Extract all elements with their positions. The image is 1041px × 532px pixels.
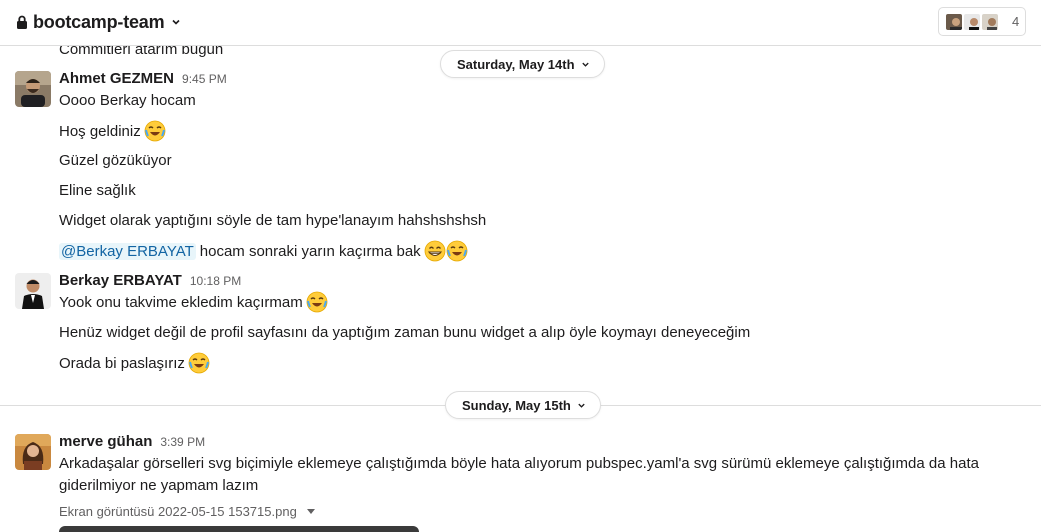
message-line: Henüz widget değil de profil sayfasını d…	[59, 324, 751, 341]
avatar[interactable]	[15, 71, 51, 107]
message-line: Widget olarak yaptığını söyle de tam hyp…	[59, 212, 487, 229]
file-attachment-toggle[interactable]: Ekran görüntüsü 2022-05-15 153715.png	[59, 504, 315, 519]
avatar[interactable]	[15, 273, 51, 309]
message-line: Commitleri atarım bugün	[59, 46, 224, 58]
message-header: Ahmet GEZMEN 9:45 PM	[59, 70, 227, 87]
message-line: Hoş geldiniz	[59, 120, 166, 142]
joy-emoji-icon	[446, 240, 468, 262]
member-avatar	[944, 11, 964, 32]
sender-name[interactable]: Ahmet GEZMEN	[59, 70, 174, 87]
message-line: Arkadaşalar görselleri svg biçimiyle ekl…	[59, 455, 979, 494]
chevron-down-icon	[172, 19, 180, 25]
joy-emoji-icon	[144, 120, 166, 142]
message-line: Oooo Berkay hocam	[59, 92, 196, 109]
grin-emoji-icon	[424, 240, 446, 262]
timestamp[interactable]: 9:45 PM	[182, 72, 227, 86]
message-line: Güzel gözüküyor	[59, 152, 172, 169]
message-text: Orada bi paslaşırız	[59, 354, 185, 372]
channel-name: bootcamp-team	[33, 11, 165, 32]
user-mention-link[interactable]: @Berkay ERBAYAT	[59, 242, 196, 260]
joy-emoji-icon	[188, 352, 210, 374]
image-attachment-preview[interactable]	[59, 526, 419, 532]
date-divider-button[interactable]: Sunday, May 15th	[445, 391, 601, 419]
message-line: Yook onu takvime ekledim kaçırmam	[59, 291, 328, 313]
file-name: Ekran görüntüsü 2022-05-15 153715.png	[59, 504, 297, 519]
chevron-down-icon	[581, 62, 589, 67]
date-label: Saturday, May 14th	[457, 56, 575, 72]
avatar[interactable]	[15, 434, 51, 470]
message-line: Orada bi paslaşırız	[59, 352, 210, 374]
date-label: Sunday, May 15th	[462, 397, 571, 413]
date-divider-button[interactable]: Saturday, May 14th	[440, 50, 605, 78]
timestamp[interactable]: 10:18 PM	[190, 274, 241, 288]
message-text: Hoş geldiniz	[59, 122, 141, 140]
joy-emoji-icon	[306, 291, 328, 313]
lock-icon	[17, 15, 27, 29]
message-text: hocam sonraki yarın kaçırma bak	[199, 242, 421, 260]
timestamp[interactable]: 3:39 PM	[160, 435, 205, 449]
channel-title-button[interactable]: bootcamp-team	[16, 10, 181, 34]
message-line: Eline sağlık	[59, 182, 136, 199]
sender-name[interactable]: merve gühan	[59, 433, 152, 450]
message-list[interactable]: Commitleri atarım bugün Saturday, May 14…	[0, 46, 1041, 532]
message-header: merve gühan 3:39 PM	[59, 433, 205, 450]
message-line: @Berkay ERBAYAT hocam sonraki yarın kaçı…	[59, 240, 468, 262]
message-header: Berkay ERBAYAT 10:18 PM	[59, 272, 241, 289]
channel-members-button[interactable]: 4	[938, 7, 1026, 36]
chevron-down-icon	[578, 403, 585, 408]
sender-name[interactable]: Berkay ERBAYAT	[59, 272, 182, 289]
member-avatar	[962, 11, 982, 32]
caret-down-icon	[306, 508, 315, 514]
message-text: Yook onu takvime ekledim kaçırmam	[59, 293, 303, 311]
member-count: 4	[1012, 14, 1020, 29]
channel-header: bootcamp-team 4	[0, 0, 1041, 46]
member-avatar	[980, 11, 1000, 32]
